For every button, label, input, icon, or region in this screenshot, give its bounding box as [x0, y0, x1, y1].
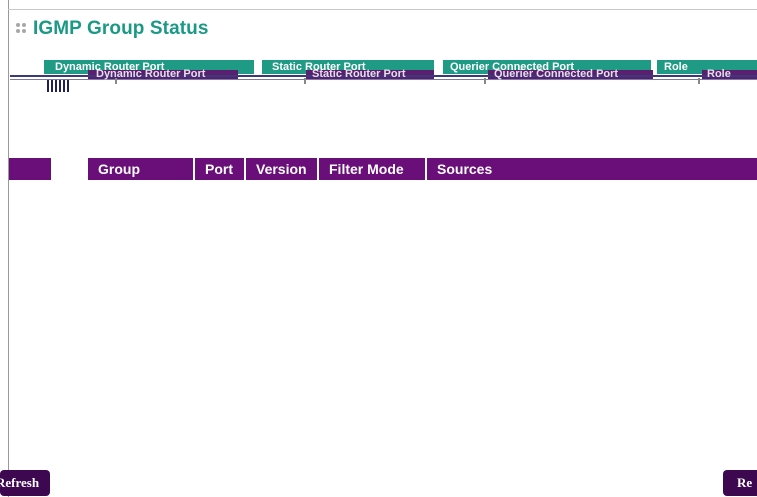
tab-dynamic-router-port-echo: Dynamic Router Port	[96, 68, 206, 80]
tab-querier-connected-port-echo: Querier Connected Port	[494, 68, 619, 80]
page-title-text: IGMP Group Status	[33, 18, 209, 39]
tab-tick	[698, 78, 700, 84]
tab-role-echo: Role	[707, 68, 731, 80]
title-bullet-icon	[14, 21, 30, 37]
tab-static-router-port-echo: Static Router Port	[312, 68, 406, 80]
column-header-port: Port	[195, 158, 246, 180]
column-header-sources: Sources	[437, 161, 493, 177]
port-tab-band: Dynamic Router Port Dynamic Router Port …	[0, 60, 757, 100]
page-title: IGMP Group Status	[14, 16, 209, 42]
table-header-left-block	[9, 158, 51, 180]
striped-marker	[47, 80, 69, 92]
refresh-button[interactable]: Refresh	[0, 470, 50, 496]
tab-tick	[304, 78, 306, 84]
column-header-group: Group	[88, 158, 195, 180]
group-table-header: Group Port Version Filter Mode Sources	[88, 158, 757, 180]
right-action-button[interactable]: Re	[723, 470, 757, 496]
tab-tick	[484, 78, 486, 84]
column-header-filter-mode: Filter Mode	[319, 158, 427, 180]
content-frame-top-edge	[8, 9, 757, 10]
column-header-version: Version	[246, 158, 319, 180]
tab-role[interactable]: Role	[664, 61, 688, 73]
tab-tick	[115, 78, 117, 84]
